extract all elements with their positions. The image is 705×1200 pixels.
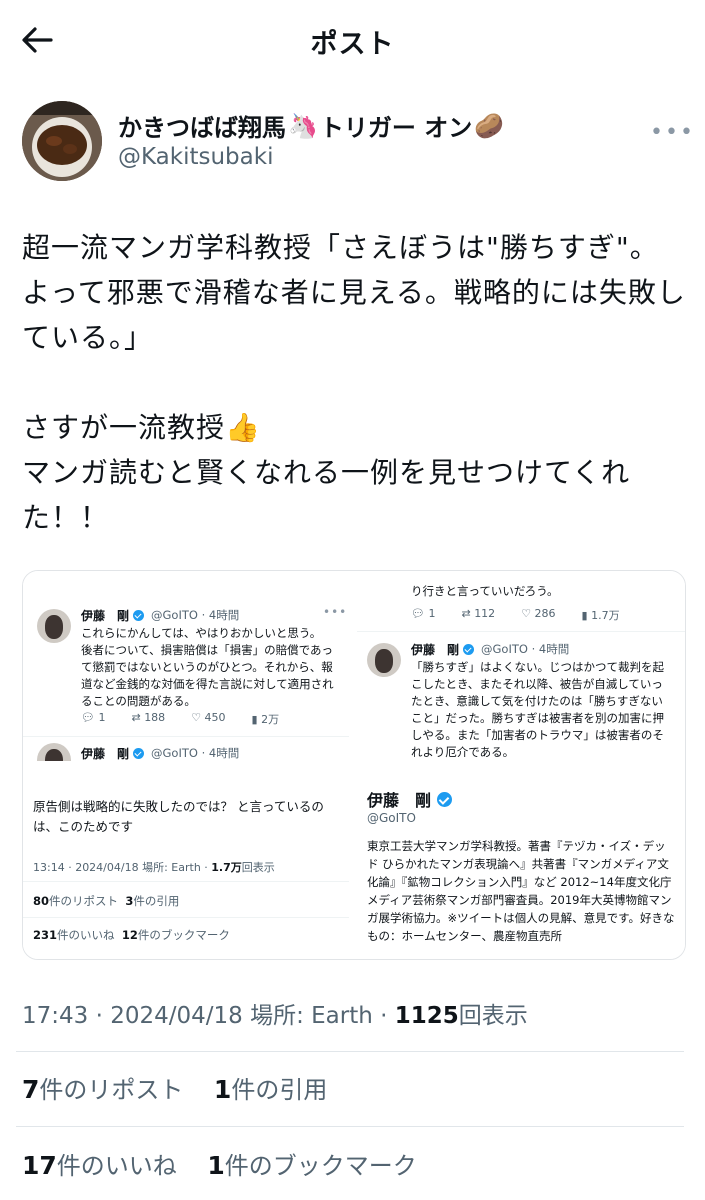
media-image-3[interactable]: 原告側は戦略的に失敗したのでは？ と言っているのは、このためです 13:14 ·… bbox=[23, 767, 349, 959]
like-count: ♡ 286 bbox=[521, 607, 556, 620]
repost-count: ⇄ 112 bbox=[461, 607, 496, 620]
more-options-icon: ••• bbox=[323, 605, 348, 619]
mini-handle-2: @GoITO · 4時間 bbox=[151, 746, 240, 760]
potato-emoji: 🥔 bbox=[474, 111, 505, 140]
profile-name: 伊藤 剛 bbox=[367, 787, 452, 811]
mini-body: これらにかんしては、やはりおかしいと思う。 後者について、損害賠償は「損害」の賠… bbox=[81, 626, 334, 708]
mini-handle: @GoITO · 4時間 bbox=[151, 608, 240, 622]
page-title: ポスト bbox=[310, 29, 395, 60]
like-count: ♡ 450 bbox=[191, 711, 226, 724]
reposts-link[interactable]: 7件のリポスト bbox=[22, 1075, 183, 1104]
mini-author-name-2: 伊藤 剛 bbox=[81, 745, 145, 761]
mini-repost-stats: 80件のリポスト 3件の引用 bbox=[33, 894, 180, 908]
media-image-4[interactable]: 伊藤 剛 @GoITO 東京工芸大学マンガ学科教授。著書『テヅカ・イズ・デッド … bbox=[357, 767, 685, 959]
mini-handle: @GoITO · 4時間 bbox=[481, 642, 570, 656]
avatar-image bbox=[22, 101, 102, 181]
mini-top-text: り行きと言っていいだろう。 bbox=[411, 584, 559, 598]
profile-bio: 東京工芸大学マンガ学科教授。著書『テヅカ・イズ・デッド ひらかれたマンガ表現論へ… bbox=[367, 839, 675, 943]
bookmarks-link[interactable]: 1件のブックマーク bbox=[207, 1151, 416, 1180]
verified-icon bbox=[133, 748, 145, 759]
mini-body: 「勝ちすぎ」はよくない。じつはかつて裁判を起こしたとき、またそれ以降、被告が自滅… bbox=[411, 660, 664, 759]
mini-avatar bbox=[37, 609, 71, 643]
like-stats-row: 17件のいいね 1件のブックマーク bbox=[22, 1146, 417, 1181]
mini-author-name: 伊藤 剛 bbox=[81, 607, 145, 624]
verified-icon bbox=[133, 610, 145, 621]
repost-stats-row: 7件のリポスト 1件の引用 bbox=[22, 1070, 327, 1105]
reply-count: 💬︎ 1 bbox=[411, 607, 436, 620]
author-name-suffix: トリガー オン bbox=[319, 114, 473, 142]
mini-avatar bbox=[367, 643, 401, 677]
mini-stats: 💬︎ 1 ⇄ 112 ♡ 286 ▮ 1.7万 bbox=[411, 607, 620, 623]
tweet-text: 超一流マンガ学科教授「さえぼうは"勝ちすぎ"。よって邪悪で滑稽な者に見える。戦略… bbox=[22, 231, 686, 534]
mini-like-stats: 231件のいいね 12件のブックマーク bbox=[33, 928, 230, 942]
media-image-1[interactable]: 伊藤 剛 @GoITO · 4時間 ••• これらにかんしては、やはりおかしいと… bbox=[23, 571, 349, 761]
mini-stats: 💬︎ 1 ⇄ 188 ♡ 450 ▮ 2万 bbox=[81, 711, 279, 727]
media-image-2[interactable]: り行きと言っていいだろう。 💬︎ 1 ⇄ 112 ♡ 286 ▮ 1.7万 伊藤… bbox=[357, 571, 685, 761]
verified-icon bbox=[463, 644, 475, 655]
view-count: ▮ 1.7万 bbox=[581, 609, 620, 622]
author-handle[interactable]: @Kakitsubaki bbox=[118, 144, 273, 170]
view-count: ▮ 2万 bbox=[251, 713, 280, 726]
profile-handle: @GoITO bbox=[367, 811, 416, 825]
author-name[interactable]: かきつばば翔馬 🦄 トリガー オン 🥔 bbox=[118, 108, 504, 143]
quotes-link[interactable]: 1件の引用 bbox=[214, 1075, 327, 1104]
mini-avatar-2 bbox=[37, 743, 71, 761]
more-options-icon[interactable]: ••• bbox=[650, 120, 695, 145]
verified-icon bbox=[436, 792, 452, 807]
unicorn-emoji: 🦄 bbox=[288, 111, 318, 140]
tweet-time: 17:43 · 2024/04/18 場所: Earth · bbox=[22, 1003, 395, 1029]
mini-meta: 13:14 · 2024/04/18 場所: Earth · 1.7万回表示 bbox=[33, 861, 275, 874]
mini-author-name: 伊藤 剛 bbox=[411, 641, 475, 658]
mini-body: 原告側は戦略的に失敗したのでは？ と言っているのは、このためです bbox=[33, 799, 324, 834]
reply-count: 💬︎ 1 bbox=[81, 711, 106, 724]
author-name-text: かきつばば翔馬 bbox=[118, 114, 286, 142]
tweet-meta: 17:43 · 2024/04/18 場所: Earth · 1125回表示 bbox=[22, 1003, 528, 1029]
avatar[interactable] bbox=[22, 101, 102, 181]
media-grid: 伊藤 剛 @GoITO · 4時間 ••• これらにかんしては、やはりおかしいと… bbox=[22, 570, 686, 960]
likes-link[interactable]: 17件のいいね bbox=[22, 1151, 177, 1180]
repost-count: ⇄ 188 bbox=[131, 711, 166, 724]
view-count: 1125 bbox=[394, 1003, 459, 1029]
